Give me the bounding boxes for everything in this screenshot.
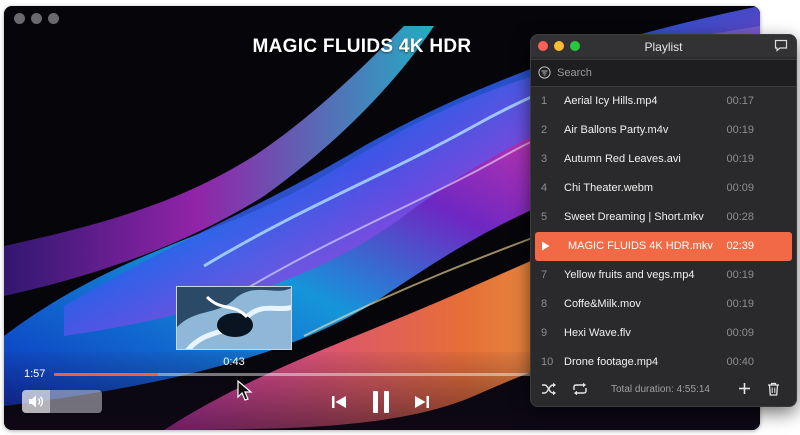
item-number: 8 [541,298,548,310]
elapsed-time: 1:57 [24,368,46,380]
item-number: 4 [541,182,548,194]
item-duration: 00:19 [726,124,754,136]
search-input[interactable] [557,64,777,82]
item-number: 7 [541,269,548,281]
item-name: Coffe&Milk.mov [564,298,641,310]
item-name: Drone footage.mp4 [564,356,659,368]
playlist-items: 1 Aerial Icy Hills.mp4 00:17 2 Air Ballons P… [531,87,796,377]
item-number: 3 [541,153,548,165]
total-duration: Total duration: 4:55:14 [611,384,710,395]
seek-preview-thumbnail [176,286,292,350]
seek-bar[interactable] [54,373,574,376]
preview-time: 0:43 [223,356,245,368]
volume-icon [28,394,44,413]
item-number: 1 [541,95,548,107]
add-icon[interactable] [738,382,751,400]
trash-icon[interactable] [767,382,780,401]
item-name: Aerial Icy Hills.mp4 [564,95,658,107]
shuffle-icon[interactable] [541,382,557,401]
playlist-item[interactable]: 4 Chi Theater.webm 00:09 [531,174,796,203]
playlist-item[interactable]: 5 Sweet Dreaming | Short.mkv 00:28 [531,203,796,232]
previous-icon[interactable] [331,395,347,414]
playlist-item[interactable]: 1 Aerial Icy Hills.mp4 00:17 [531,87,796,116]
playlist-footer: Total duration: 4:55:14 [531,373,796,406]
item-duration: 00:28 [726,211,754,223]
playlist-search [531,59,796,87]
item-duration: 00:09 [726,182,754,194]
playlist-title: Playlist [644,40,683,54]
item-name: Yellow fruits and vegs.mp4 [564,269,695,281]
item-duration: 00:17 [726,95,754,107]
item-name: MAGIC FLUIDS 4K HDR.mkv [568,240,713,252]
pause-icon[interactable] [371,390,391,419]
playlist-item-active[interactable]: MAGIC FLUIDS 4K HDR.mkv 02:39 [535,232,792,261]
item-duration: 00:19 [726,298,754,310]
item-duration: 00:19 [726,269,754,281]
playlist-panel: Playlist 1 Aerial Icy Hills.mp4 00:17 2 Air … [530,34,797,407]
now-playing-icon [541,241,550,254]
playlist-item[interactable]: 9 Hexi Wave.flv 00:09 [531,319,796,348]
item-name: Sweet Dreaming | Short.mkv [564,211,704,223]
window-controls [14,13,59,24]
item-number: 10 [541,356,554,368]
playlist-titlebar: Playlist [531,35,796,57]
mouse-pointer-icon [237,379,253,407]
playlist-item[interactable]: 3 Autumn Red Leaves.avi 00:19 [531,145,796,174]
item-name: Air Ballons Party.m4v [564,124,669,136]
item-duration: 00:09 [726,327,754,339]
zoom-window-button[interactable] [48,13,59,24]
playlist-item[interactable]: 2 Air Ballons Party.m4v 00:19 [531,116,796,145]
close-window-button[interactable] [14,13,25,24]
subtitles-icon[interactable] [774,39,788,57]
item-duration: 02:39 [726,240,754,252]
item-duration: 00:19 [726,153,754,165]
item-number: 2 [541,124,548,136]
seek-bar-progress [54,373,158,376]
item-name: Hexi Wave.flv [564,327,631,339]
repeat-icon[interactable] [572,382,588,401]
volume-slider[interactable] [22,390,102,413]
minimize-window-button[interactable] [31,13,42,24]
filter-icon [538,66,551,84]
next-icon[interactable] [414,395,430,414]
playlist-item[interactable]: 8 Coffe&Milk.mov 00:19 [531,290,796,319]
item-duration: 00:40 [726,356,754,368]
item-number: 5 [541,211,548,223]
item-name: Chi Theater.webm [564,182,654,194]
item-number: 9 [541,327,548,339]
playlist-item[interactable]: 7 Yellow fruits and vegs.mp4 00:19 [531,261,796,290]
item-name: Autumn Red Leaves.avi [564,153,681,165]
